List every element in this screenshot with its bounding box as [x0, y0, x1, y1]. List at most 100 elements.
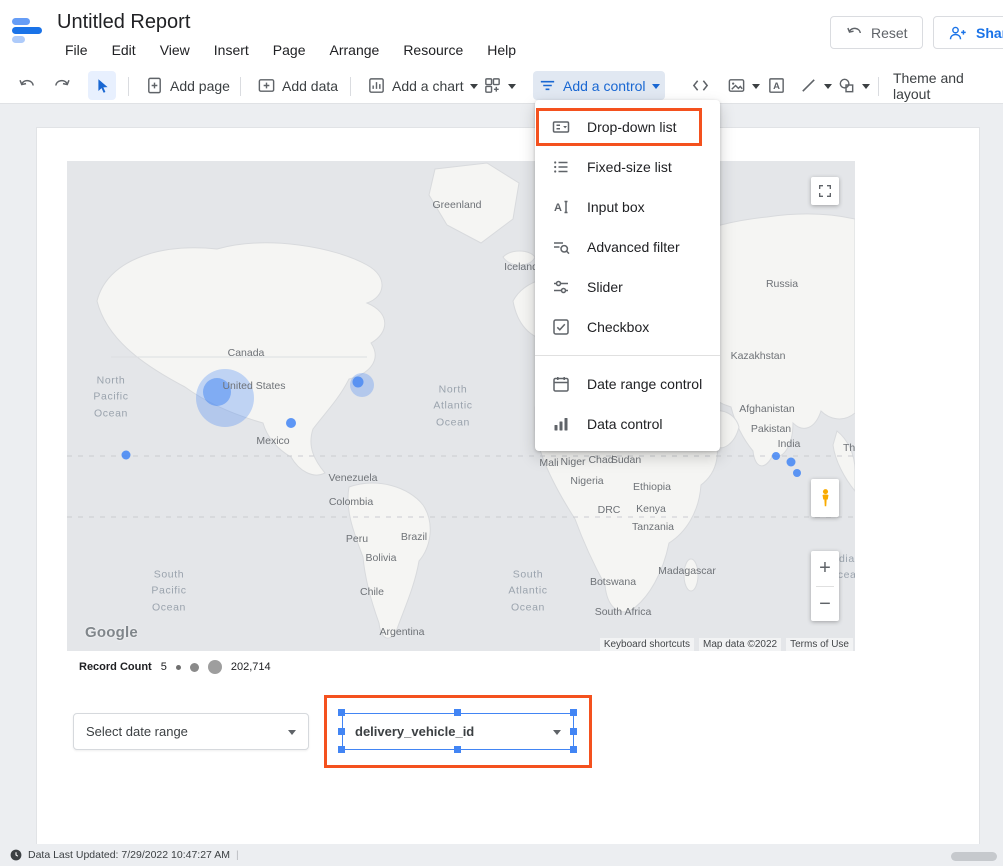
add-control-menu: Drop-down list Fixed-size list A Input b… [535, 100, 720, 451]
menu-item-file[interactable]: File [53, 40, 100, 64]
line-icon [799, 76, 818, 95]
date-range-control[interactable]: Select date range [73, 713, 309, 750]
add-data-button[interactable]: Add data [252, 71, 343, 100]
add-page-label: Add page [170, 78, 230, 94]
share-button[interactable]: Share [933, 16, 1003, 49]
menu-item-page[interactable]: Page [261, 40, 318, 64]
select-tool-button[interactable] [88, 71, 116, 100]
add-chart-icon [367, 76, 386, 95]
world-map [67, 161, 855, 651]
terms-of-use-link[interactable]: Terms of Use [786, 638, 853, 651]
menu-item-checkbox[interactable]: Checkbox [535, 307, 720, 347]
app-header: Untitled Report File Edit View Insert Pa… [0, 0, 1003, 68]
community-viz-button[interactable] [478, 71, 521, 100]
map-data-label: Map data ©2022 [699, 638, 781, 651]
menu-item-help[interactable]: Help [475, 40, 528, 64]
shape-icon [837, 76, 856, 95]
share-label: Share [976, 25, 1003, 41]
selection-handle[interactable] [338, 746, 345, 753]
menu-item-view[interactable]: View [148, 40, 202, 64]
toolbar-separator [350, 77, 351, 96]
zoom-in-button[interactable]: + [811, 551, 839, 585]
slider-icon [551, 277, 571, 297]
legend-dot-large [208, 660, 222, 674]
clock-icon [10, 849, 22, 861]
fixed-size-list-icon [551, 157, 571, 177]
line-button[interactable] [794, 71, 837, 100]
data-control-icon [551, 414, 571, 434]
keyboard-shortcuts-link[interactable]: Keyboard shortcuts [600, 638, 694, 651]
theme-layout-button[interactable]: Theme and layout [888, 71, 1003, 100]
status-bar: Data Last Updated: 7/29/2022 10:47:27 AM… [0, 844, 1003, 866]
chevron-down-icon [553, 730, 561, 735]
toolbar-separator [240, 77, 241, 96]
menu-item-date-range-control[interactable]: Date range control [535, 364, 720, 404]
menu-item-label: Date range control [587, 376, 702, 392]
add-chart-button[interactable]: Add a chart [362, 71, 483, 100]
menu-item-fixed-size-list[interactable]: Fixed-size list [535, 147, 720, 187]
menu-item-arrange[interactable]: Arrange [318, 40, 392, 64]
menu-item-insert[interactable]: Insert [202, 40, 261, 64]
report-title[interactable]: Untitled Report [57, 11, 190, 34]
selection-handle[interactable] [454, 709, 461, 716]
menu-item-label: Advanced filter [587, 239, 680, 255]
map-chart[interactable]: GreenlandIcelandCanadaUnited StatesMexic… [67, 161, 855, 651]
chevron-down-icon [470, 84, 478, 89]
add-control-button[interactable]: Add a control [533, 71, 665, 100]
text-button[interactable]: A [762, 71, 791, 100]
date-range-icon [551, 374, 571, 394]
fullscreen-button[interactable] [811, 177, 839, 205]
selection-handle[interactable] [338, 709, 345, 716]
add-control-label: Add a control [563, 78, 646, 94]
dropdown-field-control[interactable]: delivery_vehicle_id [342, 713, 574, 750]
legend-dot-medium [190, 663, 199, 672]
embed-code-icon [691, 76, 710, 95]
reset-label: Reset [871, 25, 908, 41]
chevron-down-icon [824, 84, 832, 89]
add-page-button[interactable]: Add page [140, 71, 235, 100]
horizontal-scrollbar-thumb[interactable] [951, 852, 997, 861]
menu-item-input-box[interactable]: A Input box [535, 187, 720, 227]
report-page[interactable]: GreenlandIcelandCanadaUnited StatesMexic… [36, 127, 980, 845]
embed-button[interactable] [686, 71, 715, 100]
legend-min-value: 5 [161, 661, 167, 673]
menu-item-data-control[interactable]: Data control [535, 404, 720, 444]
date-range-label: Select date range [86, 724, 188, 739]
menu-item-label: Data control [587, 416, 662, 432]
zoom-control: + − [811, 551, 839, 621]
theme-layout-label: Theme and layout [893, 70, 998, 102]
status-divider: | [236, 849, 239, 861]
menu-item-resource[interactable]: Resource [391, 40, 475, 64]
undo-button[interactable] [12, 71, 41, 100]
menu-item-slider[interactable]: Slider [535, 267, 720, 307]
image-icon [727, 76, 746, 95]
looker-studio-logo[interactable] [10, 14, 46, 48]
chevron-down-icon [508, 84, 516, 89]
selection-handle[interactable] [570, 746, 577, 753]
last-updated-text: Data Last Updated: 7/29/2022 10:47:27 AM [28, 849, 230, 861]
menu-item-edit[interactable]: Edit [100, 40, 148, 64]
menu-item-label: Input box [587, 199, 645, 215]
toolbar-separator [128, 77, 129, 96]
redo-button[interactable] [48, 71, 77, 100]
selection-handle[interactable] [570, 709, 577, 716]
zoom-out-button[interactable]: − [811, 587, 839, 621]
advanced-filter-icon [551, 237, 571, 257]
selection-handle[interactable] [338, 728, 345, 735]
selection-handle[interactable] [570, 728, 577, 735]
menu-divider [535, 355, 720, 356]
image-button[interactable] [722, 71, 765, 100]
selection-handle[interactable] [454, 746, 461, 753]
fullscreen-icon [817, 183, 833, 199]
pegman-icon [818, 485, 833, 511]
shape-button[interactable] [832, 71, 875, 100]
reset-button[interactable]: Reset [830, 16, 923, 49]
add-page-icon [145, 76, 164, 95]
pegman-button[interactable] [811, 479, 839, 517]
menu-item-drop-down-list[interactable]: Drop-down list [535, 107, 720, 147]
google-logo[interactable]: Google [85, 624, 138, 641]
add-chart-label: Add a chart [392, 78, 464, 94]
report-canvas[interactable]: GreenlandIcelandCanadaUnited StatesMexic… [0, 104, 1003, 866]
menu-item-advanced-filter[interactable]: Advanced filter [535, 227, 720, 267]
input-box-icon: A [551, 197, 571, 217]
